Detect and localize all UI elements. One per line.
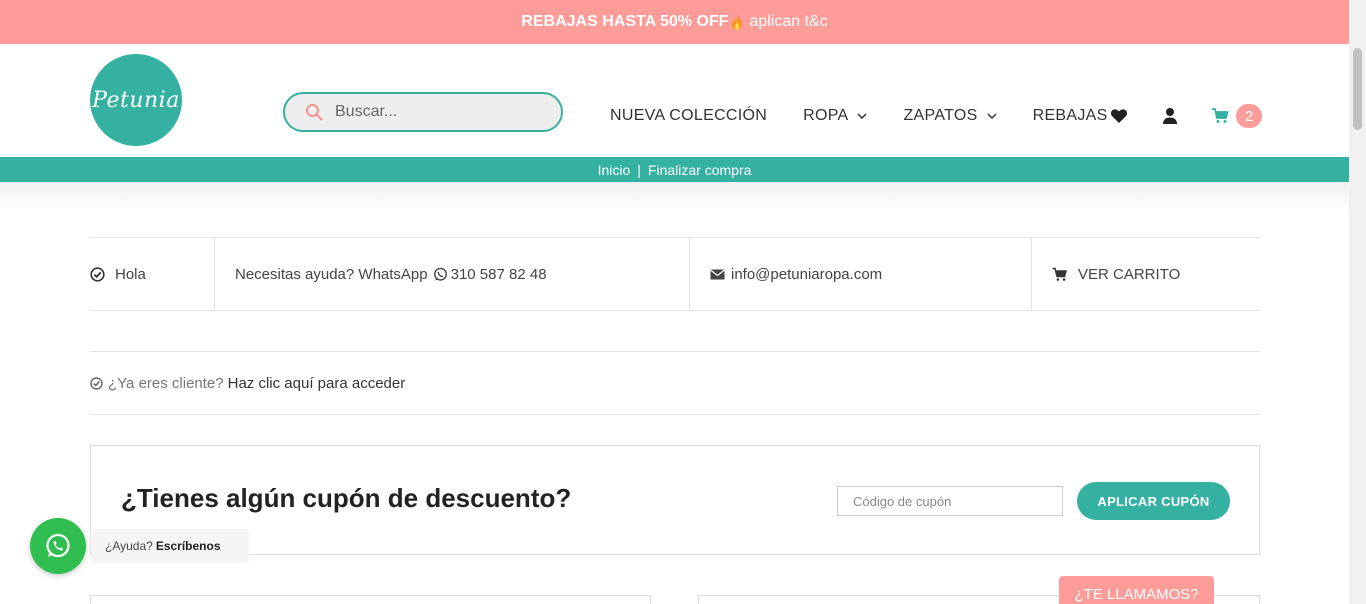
whatsapp-icon [433,267,447,281]
greeting-text: Hola [115,265,146,283]
search-box[interactable] [283,92,563,132]
whatsapp-help-label[interactable]: ¿Ayuda? Escríbenos [92,529,249,563]
callback-button[interactable]: ¿TE LLAMAMOS? [1059,576,1214,604]
cart-count-badge: 2 [1236,104,1262,128]
check-circle-icon [90,376,103,390]
heart-icon[interactable] [1110,107,1128,125]
coupon-box: ¿Tienes algún cupón de descuento? APLICA… [90,445,1260,555]
greeting-cell: Hola [90,238,215,310]
promo-bold-text: REBAJAS HASTA 50% OFF [521,13,729,30]
nav-item-rebajas[interactable]: REBAJAS [1033,107,1108,125]
envelope-icon [710,269,725,279]
whatsapp-cta: Escríbenos [155,539,221,553]
site-header: Petunia NUEVA COLECCIÓN ROPA ZAPATOS REB… [0,44,1349,157]
promo-banner: REBAJAS HASTA 50% OFF aplican t&c [0,0,1349,44]
whatsapp-question: ¿Ayuda? [105,539,153,553]
apply-coupon-button[interactable]: APLICAR CUPÓN [1077,482,1230,520]
whatsapp-icon [46,533,70,558]
header-shadow [0,182,1349,212]
header-icons: 2 [1110,104,1262,128]
email-link[interactable]: info@petuniaropa.com [731,266,882,283]
breadcrumb-separator: | [637,161,641,178]
view-cart-cell[interactable]: VER CARRITO [1032,238,1260,310]
page-scrollbar[interactable] [1349,0,1366,604]
logo-text: Petunia [92,87,180,113]
search-icon [306,104,323,121]
whatsapp-phone-link[interactable]: 310 587 82 48 [451,266,547,283]
login-link[interactable]: Haz clic aquí para acceder [228,375,406,392]
chevron-down-icon [857,113,868,120]
check-circle-icon [90,266,105,282]
help-cell: Necesitas ayuda? WhatsApp 310 587 82 48 [215,238,690,310]
nav-item-zapatos[interactable]: ZAPATOS [903,107,997,125]
nav-label: NUEVA COLECCIÓN [610,107,768,124]
brand-logo[interactable]: Petunia [90,54,182,146]
email-cell: info@petuniaropa.com [690,238,1032,310]
nav-item-ropa[interactable]: ROPA [803,107,868,125]
login-notice: ¿Ya eres cliente? Haz clic aquí para acc… [90,351,1260,415]
checkout-info-bar: Hola Necesitas ayuda? WhatsApp 310 587 8… [90,237,1260,311]
user-icon[interactable] [1161,107,1179,125]
nav-item-nueva-coleccion[interactable]: NUEVA COLECCIÓN [610,107,767,125]
cart-icon [1212,108,1229,123]
search-input[interactable] [335,103,545,121]
nav-label: ROPA [803,107,849,124]
scrollbar-thumb[interactable] [1353,48,1362,130]
breadcrumb-current: Finalizar compra [647,161,752,178]
promo-terms-text: aplican t&c [749,13,828,30]
breadcrumb: Inicio | Finalizar compra [0,157,1349,182]
coupon-code-input[interactable] [837,486,1063,516]
main-nav: NUEVA COLECCIÓN ROPA ZAPATOS REBAJAS [610,104,1144,128]
cart-icon [1052,267,1067,281]
billing-panel [90,595,651,604]
nav-label: ZAPATOS [903,107,978,124]
chevron-down-icon [987,113,997,120]
whatsapp-chat-button[interactable] [30,518,86,574]
fire-icon [732,14,743,30]
nav-label: REBAJAS [1032,107,1108,124]
coupon-title: ¿Tienes algún cupón de descuento? [121,483,572,513]
view-cart-link[interactable]: VER CARRITO [1078,266,1180,283]
callback-label: ¿TE LLAMAMOS? [1074,586,1199,603]
breadcrumb-home-link[interactable]: Inicio [598,162,631,178]
cart-button[interactable]: 2 [1211,104,1262,128]
login-question: ¿Ya eres cliente? [108,374,224,392]
help-text: Necesitas ayuda? WhatsApp [235,265,428,283]
